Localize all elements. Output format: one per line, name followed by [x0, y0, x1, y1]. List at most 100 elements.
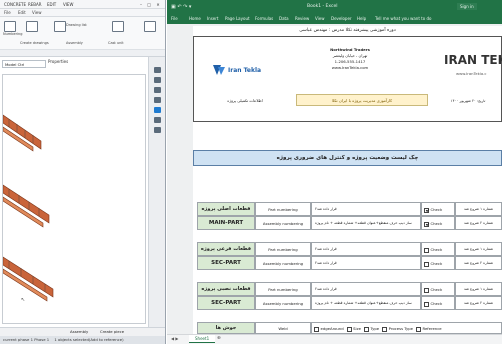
numbering-icon[interactable]	[4, 21, 16, 32]
checkbox[interactable]	[424, 287, 429, 293]
tab-data[interactable]: Data	[279, 16, 289, 21]
row-check-1[interactable]: Check	[421, 202, 455, 216]
option-checkbox[interactable]: edgeAround	[314, 326, 344, 332]
row-right-2: شماره ۲ شروع شد	[455, 296, 502, 310]
side-icon-3[interactable]	[154, 87, 161, 93]
row-check-2[interactable]: Check	[421, 256, 455, 270]
row-label-fa: قطعات فرعی پروژه	[197, 242, 255, 256]
ribbon-label-numbering: Numbering	[3, 32, 23, 36]
row-value-2: ۲قرار داده شد	[311, 256, 421, 270]
iran-tekla-title: IRAN TEKL	[444, 53, 502, 67]
row-right-1: شماره ۱ شروع شد	[455, 242, 502, 256]
tab-home[interactable]: Home	[189, 16, 201, 21]
excel-quick-access[interactable]: ▣ ↶ ↷ ▾	[171, 4, 191, 10]
status-selection: 1 objects selected(Add to reference)	[54, 337, 124, 342]
logo-mark-icon	[213, 65, 225, 75]
drawing-list-icon[interactable]	[54, 21, 66, 32]
sheet-nav-arrows[interactable]: ◀ ▶	[171, 336, 178, 341]
ribbon-label-assembly: Assembly	[66, 41, 83, 45]
site-url: www.IranTekla.c	[456, 71, 487, 76]
excel-window: ▣ ↶ ↷ ▾ Book1 - Excel Sign in File Home …	[167, 0, 502, 344]
assembly-icon[interactable]	[144, 21, 156, 32]
side-icon-4[interactable]	[154, 97, 161, 103]
window-controls[interactable]: – □ ✕	[140, 2, 162, 7]
tekla-tab-edit[interactable]: EDIT	[47, 2, 56, 7]
option-checkbox[interactable]: Reference	[416, 326, 442, 332]
side-icon-active[interactable]	[154, 107, 161, 113]
option-checkbox[interactable]: Process Type	[382, 326, 413, 332]
tekla-menu-file[interactable]: File	[4, 10, 11, 15]
tab-review[interactable]: Review	[295, 16, 309, 21]
row-col-assembly: Assembly numbering	[255, 296, 311, 310]
steel-beams-drawing: ↖	[3, 114, 54, 303]
row-label-en: SEC-PART	[197, 256, 255, 270]
tab-formulas[interactable]: Formulas	[255, 16, 273, 21]
tab-view[interactable]: View	[315, 16, 325, 21]
row-col-assembly: Assembly numbering	[255, 256, 311, 270]
checkbox[interactable]	[424, 261, 429, 267]
tekla-menu-edit[interactable]: Edit	[18, 10, 26, 15]
excel-sheet-tabs: ◀ ▶ Sheet1 ⊕	[167, 334, 502, 344]
weld-options: edgeAround Size Type Process Type Reference	[311, 322, 502, 334]
cast-unit-icon[interactable]	[112, 21, 124, 32]
checkbox[interactable]	[424, 247, 429, 253]
checkbox[interactable]	[424, 301, 429, 307]
add-sheet-icon[interactable]: ⊕	[217, 336, 221, 341]
model-3d-view[interactable]: ↖	[2, 74, 146, 324]
checkbox[interactable]	[424, 207, 429, 213]
row-right-1: شماره ۱ شروع شد	[455, 282, 502, 296]
excel-page[interactable]: دوره آموزشی پیشرفته تکلا مدرس : مهندس عب…	[193, 26, 502, 344]
tab-help[interactable]: Help	[357, 16, 366, 21]
tell-me-search[interactable]: Tell me what you want to do	[375, 16, 431, 21]
bottom-tab-create-piece[interactable]: Create piece	[100, 329, 124, 334]
tab-file[interactable]: File	[171, 16, 178, 21]
row-col-part: Part numbering	[255, 282, 311, 296]
right-note: تاریخ: ۲۰ شهریور ۱۴۰۰	[450, 99, 486, 103]
tekla-ribbon: Numbering Create drawings Drawing list C…	[0, 17, 165, 57]
bottom-tab-assembly[interactable]: Assembly	[70, 329, 88, 334]
option-checkbox[interactable]: Type	[363, 326, 379, 332]
row-check-1[interactable]: Check	[421, 242, 455, 256]
row-label-fa: قطعات اصلی پروژه	[197, 202, 255, 216]
option-checkbox[interactable]: Size	[346, 326, 361, 332]
properties-panel-title: Properties	[48, 59, 69, 64]
status-phase: current phase 1 Phase 1	[3, 337, 50, 342]
selection-dropdown[interactable]: Model Ctrl	[2, 60, 46, 68]
tab-page-layout[interactable]: Page Layout	[225, 16, 250, 21]
side-icon-7[interactable]	[154, 127, 161, 133]
excel-title-bar: ▣ ↶ ↷ ▾ Book1 - Excel Sign in	[167, 0, 502, 14]
row-col-assembly: Assembly numbering	[255, 216, 311, 230]
row-check-2[interactable]: Check	[421, 296, 455, 310]
row-value-1: ۲قرار داده شد	[311, 202, 421, 216]
tekla-menu-view[interactable]: View	[32, 10, 42, 15]
row-right-2: شماره ۲ شروع شد	[455, 256, 502, 270]
ribbon-label-create-drawings: Create drawings	[20, 41, 49, 45]
row-label-fa: قطعات نصبی پروژه	[197, 282, 255, 296]
side-icon-2[interactable]	[154, 77, 161, 83]
logo-text: Iran Tekla	[228, 67, 262, 74]
row-check-1[interactable]: Check	[421, 282, 455, 296]
row-value-1: ۲قرار داده شد	[311, 282, 421, 296]
side-icon-1[interactable]	[154, 67, 161, 73]
check-label: Check	[430, 261, 443, 266]
create-drawings-icon[interactable]	[26, 21, 38, 32]
side-icon-6[interactable]	[154, 117, 161, 123]
tab-developer[interactable]: Developer	[331, 16, 352, 21]
row-col-part: Part numbering	[255, 202, 311, 216]
row-label-en: SEC-PART	[197, 296, 255, 310]
tekla-menu-bar: File Edit View	[0, 9, 165, 17]
row-check-2[interactable]: Check	[421, 216, 455, 230]
tekla-status-bar: current phase 1 Phase 1 1 objects select…	[0, 336, 165, 344]
tekla-tab-concrete[interactable]: CONCRETE	[4, 2, 26, 7]
tab-insert[interactable]: Insert	[207, 16, 218, 21]
checkbox[interactable]	[424, 221, 429, 227]
check-label: Check	[430, 247, 443, 252]
tekla-window: CONCRETE REBAR EDIT VIEW – □ ✕ File Edit…	[0, 0, 166, 344]
tekla-tab-view[interactable]: VIEW	[63, 2, 73, 7]
tekla-side-toolbar	[148, 57, 165, 327]
company-info: Northwind Traders تهران ، خیابان ولیعصر …	[312, 47, 388, 71]
sheet-tab-sheet1[interactable]: Sheet1	[189, 335, 216, 343]
quick-toolbar[interactable]	[0, 49, 165, 56]
signin-button[interactable]: Sign in	[457, 3, 477, 10]
tekla-tab-rebar[interactable]: REBAR	[28, 2, 42, 7]
